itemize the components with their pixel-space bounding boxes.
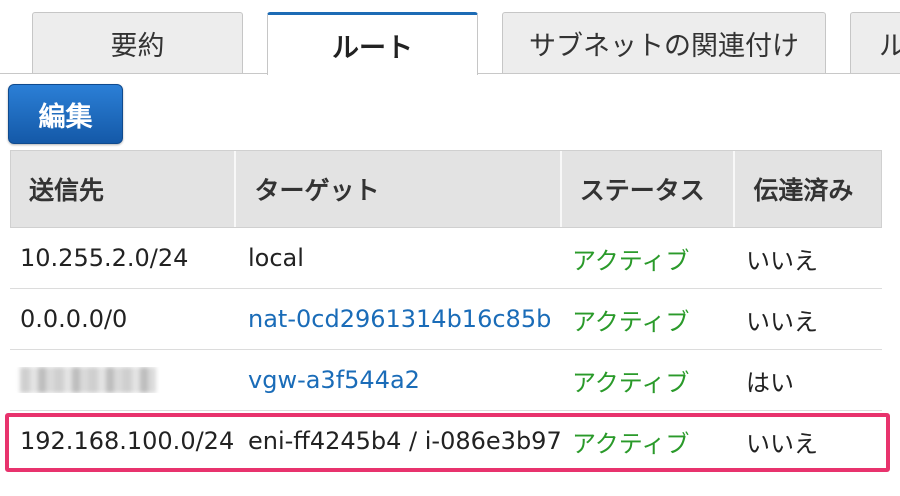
tab-routes[interactable]: ルート — [267, 12, 478, 75]
cell-destination: 192.168.100.0/24 — [20, 427, 235, 455]
table-row: 0.0.0.0/0 nat-0cd2961314b16c85b アクティブ いい… — [10, 289, 882, 350]
cell-propagated: はい — [746, 368, 794, 397]
target-link[interactable]: nat-0cd2961314b16c85b — [236, 305, 562, 333]
table-header: 送信先 ターゲット ステータス 伝達済み — [10, 150, 882, 228]
edit-button[interactable]: 編集 — [8, 84, 123, 144]
tab-next-partial[interactable]: ル — [850, 12, 900, 73]
tab-subnet-associations[interactable]: サブネットの関連付け — [502, 12, 826, 73]
cell-propagated: いいえ — [746, 429, 818, 458]
cell-propagated: いいえ — [746, 246, 818, 275]
cell-status: アクティブ — [572, 246, 690, 275]
cell-destination: 10.255.2.0/24 — [20, 244, 189, 272]
header-propagated[interactable]: 伝達済み — [735, 151, 881, 227]
cell-status: アクティブ — [572, 307, 690, 336]
target-link[interactable]: vgw-a3f544a2 — [236, 366, 562, 394]
cell-propagated: いいえ — [746, 307, 818, 336]
cell-target: eni-ff4245b4 / i-086e3b97 — [248, 427, 562, 455]
cell-destination-redacted — [10, 367, 236, 393]
header-target[interactable]: ターゲット — [236, 151, 562, 227]
cell-status: アクティブ — [572, 429, 690, 458]
cell-target: local — [248, 244, 304, 272]
cell-status: アクティブ — [572, 368, 690, 397]
tab-bar: 要約 ルート サブネットの関連付け ル — [0, 0, 900, 75]
cell-destination: 0.0.0.0/0 — [20, 305, 128, 333]
table-row: 10.255.2.0/24 local アクティブ いいえ — [10, 228, 882, 289]
header-status[interactable]: ステータス — [562, 151, 736, 227]
table-row: 192.168.100.0/24 eni-ff4245b4 / i-086e3b… — [10, 411, 882, 472]
header-destination[interactable]: 送信先 — [11, 151, 237, 227]
table-row: vgw-a3f544a2 アクティブ はい — [10, 350, 882, 411]
routes-table: 送信先 ターゲット ステータス 伝達済み 10.255.2.0/24 local… — [10, 150, 882, 472]
redacted-blur — [20, 367, 156, 393]
tab-summary[interactable]: 要約 — [32, 12, 243, 73]
